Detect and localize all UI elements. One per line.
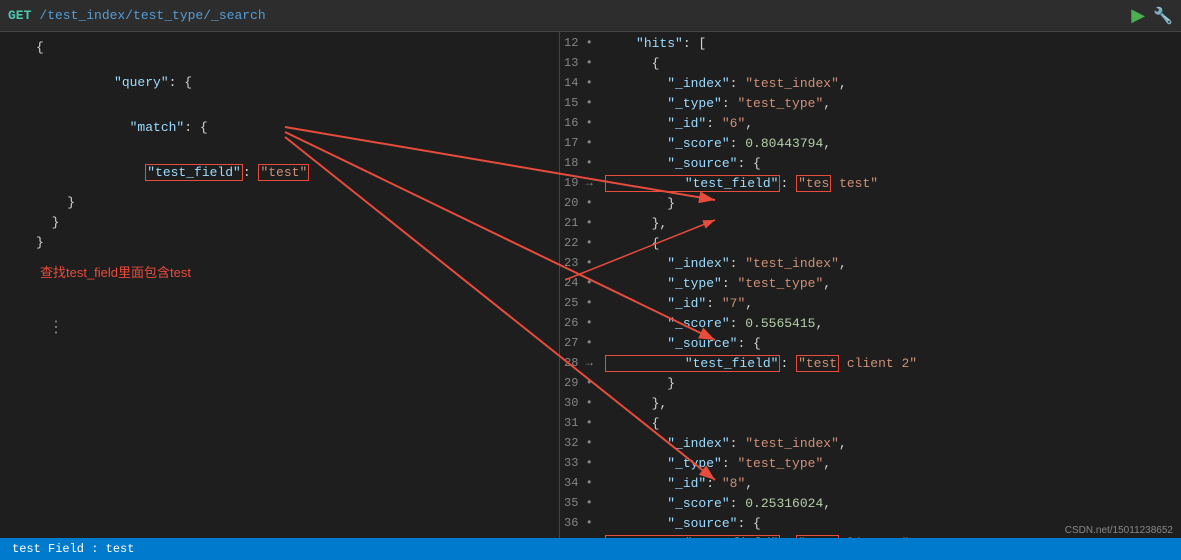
result-line-31: 31 • { <box>560 416 1181 436</box>
line-open-brace: { <box>36 40 555 55</box>
result-line-33: 33 • "_type": "test_type", <box>560 456 1181 476</box>
result-line-21: 21 • }, <box>560 216 1181 236</box>
result-line-34: 34 • "_id": "8", <box>560 476 1181 496</box>
line-match: "match": { <box>36 105 555 150</box>
result-line-16: 16 • "_id": "6", <box>560 116 1181 136</box>
status-bar: test Field : test <box>0 538 1181 560</box>
result-line-37: 37 • "test_field": "test lient 2" <box>560 536 1181 538</box>
result-line-28: 28 → "test_field": "test client 2" <box>560 356 1181 376</box>
http-method: GET <box>8 8 31 23</box>
result-line-35: 35 • "_score": 0.25316024, <box>560 496 1181 516</box>
result-line-25: 25 • "_id": "7", <box>560 296 1181 316</box>
result-line-23: 23 • "_index": "test_index", <box>560 256 1181 276</box>
toolbar: GET /test_index/test_type/_search ▶ 🔧 <box>0 0 1181 32</box>
play-button[interactable]: ▶ <box>1131 5 1145 26</box>
result-line-18: 18 • "_source": { <box>560 156 1181 176</box>
result-line-29: 29 • } <box>560 376 1181 396</box>
result-line-12: 12 • "hits": [ <box>560 36 1181 56</box>
results-panel: 12 • "hits": [ 13 • { 14 • "_index": "te… <box>560 32 1181 538</box>
result-line-36: 36 • "_source": { <box>560 516 1181 536</box>
status-text: test Field : test <box>12 542 134 556</box>
result-line-13: 13 • { <box>560 56 1181 76</box>
result-line-17: 17 • "_score": 0.80443794, <box>560 136 1181 156</box>
result-line-24: 24 • "_type": "test_type", <box>560 276 1181 296</box>
query-editor[interactable]: { "query": { "match": { "test_field": "t… <box>0 32 560 538</box>
line-query-close: } <box>36 215 555 230</box>
line-test-field: "test_field": "test" <box>36 150 555 195</box>
result-line-30: 30 • }, <box>560 396 1181 416</box>
result-line-22: 22 • { <box>560 236 1181 256</box>
request-url: /test_index/test_type/_search <box>39 8 265 23</box>
result-line-14: 14 • "_index": "test_index", <box>560 76 1181 96</box>
annotation-text: 查找test_field里面包含test <box>40 262 191 281</box>
result-line-20: 20 • } <box>560 196 1181 216</box>
result-line-19: 19 → "test_field": "tes test" <box>560 176 1181 196</box>
result-line-32: 32 • "_index": "test_index", <box>560 436 1181 456</box>
line-match-close: } <box>36 195 555 210</box>
result-line-27: 27 • "_source": { <box>560 336 1181 356</box>
result-line-26: 26 • "_score": 0.5565415, <box>560 316 1181 336</box>
main-content: { "query": { "match": { "test_field": "t… <box>0 32 1181 538</box>
line-query: "query": { <box>36 60 555 105</box>
result-line-15: 15 • "_type": "test_type", <box>560 96 1181 116</box>
line-root-close: } <box>36 235 555 250</box>
settings-button[interactable]: 🔧 <box>1153 6 1173 26</box>
